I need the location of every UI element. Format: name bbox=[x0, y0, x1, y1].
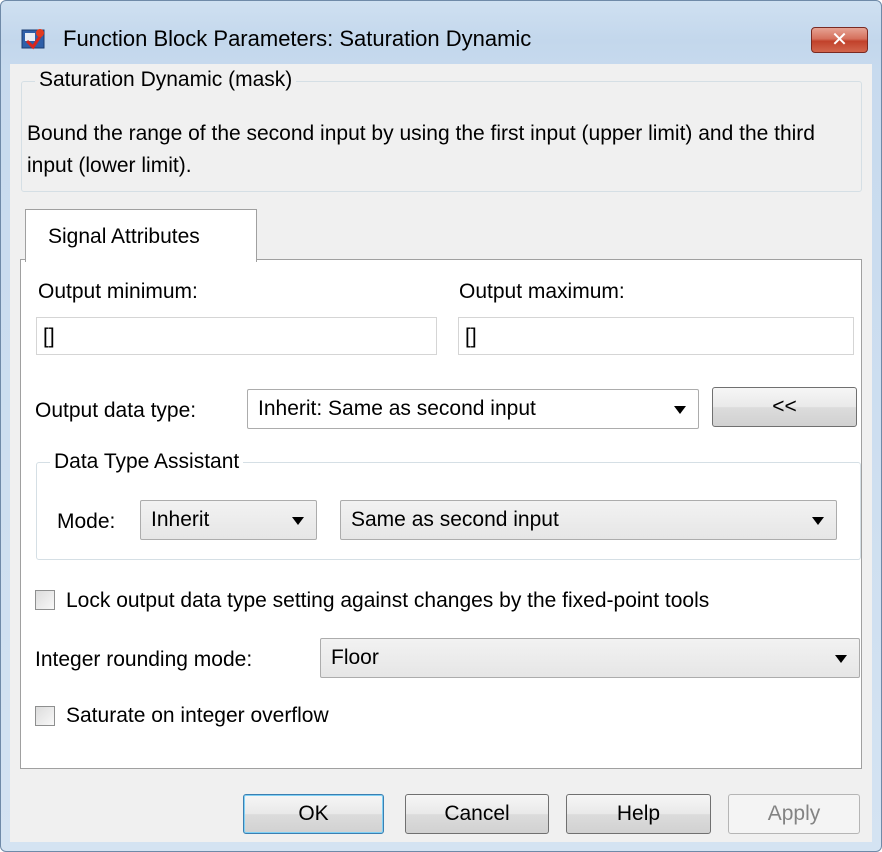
tab-label: Signal Attributes bbox=[48, 225, 200, 248]
lock-data-type-checkbox[interactable] bbox=[35, 590, 55, 610]
mask-group-label: Saturation Dynamic (mask) bbox=[35, 68, 297, 92]
lock-data-type-label: Lock output data type setting against ch… bbox=[66, 589, 710, 612]
help-button[interactable]: Help bbox=[566, 794, 711, 834]
close-icon: ✕ bbox=[831, 27, 848, 51]
mode-label: Mode: bbox=[57, 510, 116, 533]
chevron-down-icon bbox=[674, 406, 686, 414]
output-minimum-input[interactable]: [] bbox=[36, 317, 437, 355]
saturate-overflow-checkbox[interactable] bbox=[35, 706, 55, 726]
title-bar[interactable]: Function Block Parameters: Saturation Dy… bbox=[1, 1, 881, 67]
simulink-app-icon bbox=[21, 29, 45, 50]
chevron-down-icon bbox=[812, 517, 824, 525]
output-data-type-dropdown[interactable]: Inherit: Same as second input bbox=[247, 389, 699, 429]
output-maximum-label: Output maximum: bbox=[459, 280, 625, 303]
tab-signal-attributes[interactable]: Signal Attributes bbox=[25, 209, 257, 262]
inherit-rule-dropdown[interactable]: Same as second input bbox=[340, 500, 837, 540]
window-title: Function Block Parameters: Saturation Dy… bbox=[63, 26, 532, 51]
apply-button[interactable]: Apply bbox=[728, 794, 860, 834]
integer-rounding-value: Floor bbox=[331, 646, 379, 669]
integer-rounding-dropdown[interactable]: Floor bbox=[320, 638, 860, 678]
output-data-type-label: Output data type: bbox=[35, 399, 197, 422]
ok-button[interactable]: OK bbox=[243, 794, 384, 834]
chevron-down-icon bbox=[835, 655, 847, 663]
data-type-assistant-label: Data Type Assistant bbox=[50, 450, 244, 474]
output-data-type-value: Inherit: Same as second input bbox=[258, 397, 536, 420]
cancel-button[interactable]: Cancel bbox=[405, 794, 549, 834]
chevron-down-icon bbox=[292, 517, 304, 525]
mode-dropdown[interactable]: Inherit bbox=[140, 500, 317, 540]
data-type-assistant-toggle-button[interactable]: << bbox=[712, 387, 857, 427]
output-maximum-input[interactable]: [] bbox=[458, 317, 854, 355]
mask-description: Bound the range of the second input by u… bbox=[27, 122, 815, 177]
mode-value: Inherit bbox=[151, 508, 210, 531]
output-minimum-label: Output minimum: bbox=[38, 280, 198, 303]
integer-rounding-label: Integer rounding mode: bbox=[35, 648, 253, 671]
saturate-overflow-label: Saturate on integer overflow bbox=[66, 704, 329, 727]
inherit-rule-value: Same as second input bbox=[351, 508, 559, 531]
close-button[interactable]: ✕ bbox=[811, 27, 868, 53]
